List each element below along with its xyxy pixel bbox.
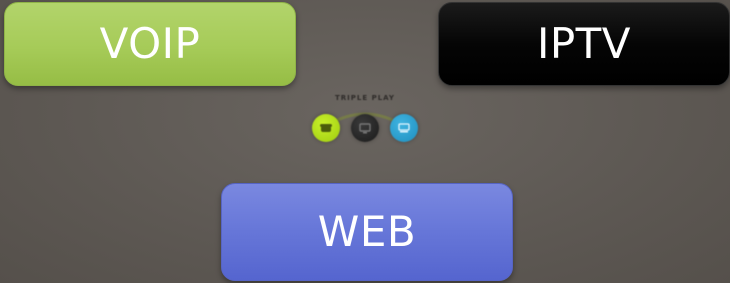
- monitor-icon: [390, 114, 418, 142]
- logo-text: TRIPLE PLAY: [335, 94, 395, 102]
- voip-button[interactable]: VOIP: [4, 2, 296, 86]
- triple-play-logo: TRIPLE PLAY: [306, 90, 424, 148]
- tv-icon: [351, 114, 379, 142]
- voip-label: VOIP: [99, 19, 201, 68]
- iptv-button[interactable]: IPTV: [438, 2, 730, 86]
- iptv-label: IPTV: [536, 19, 632, 68]
- web-label: WEB: [317, 207, 417, 256]
- phone-icon: [312, 114, 340, 142]
- web-button[interactable]: WEB: [221, 183, 513, 281]
